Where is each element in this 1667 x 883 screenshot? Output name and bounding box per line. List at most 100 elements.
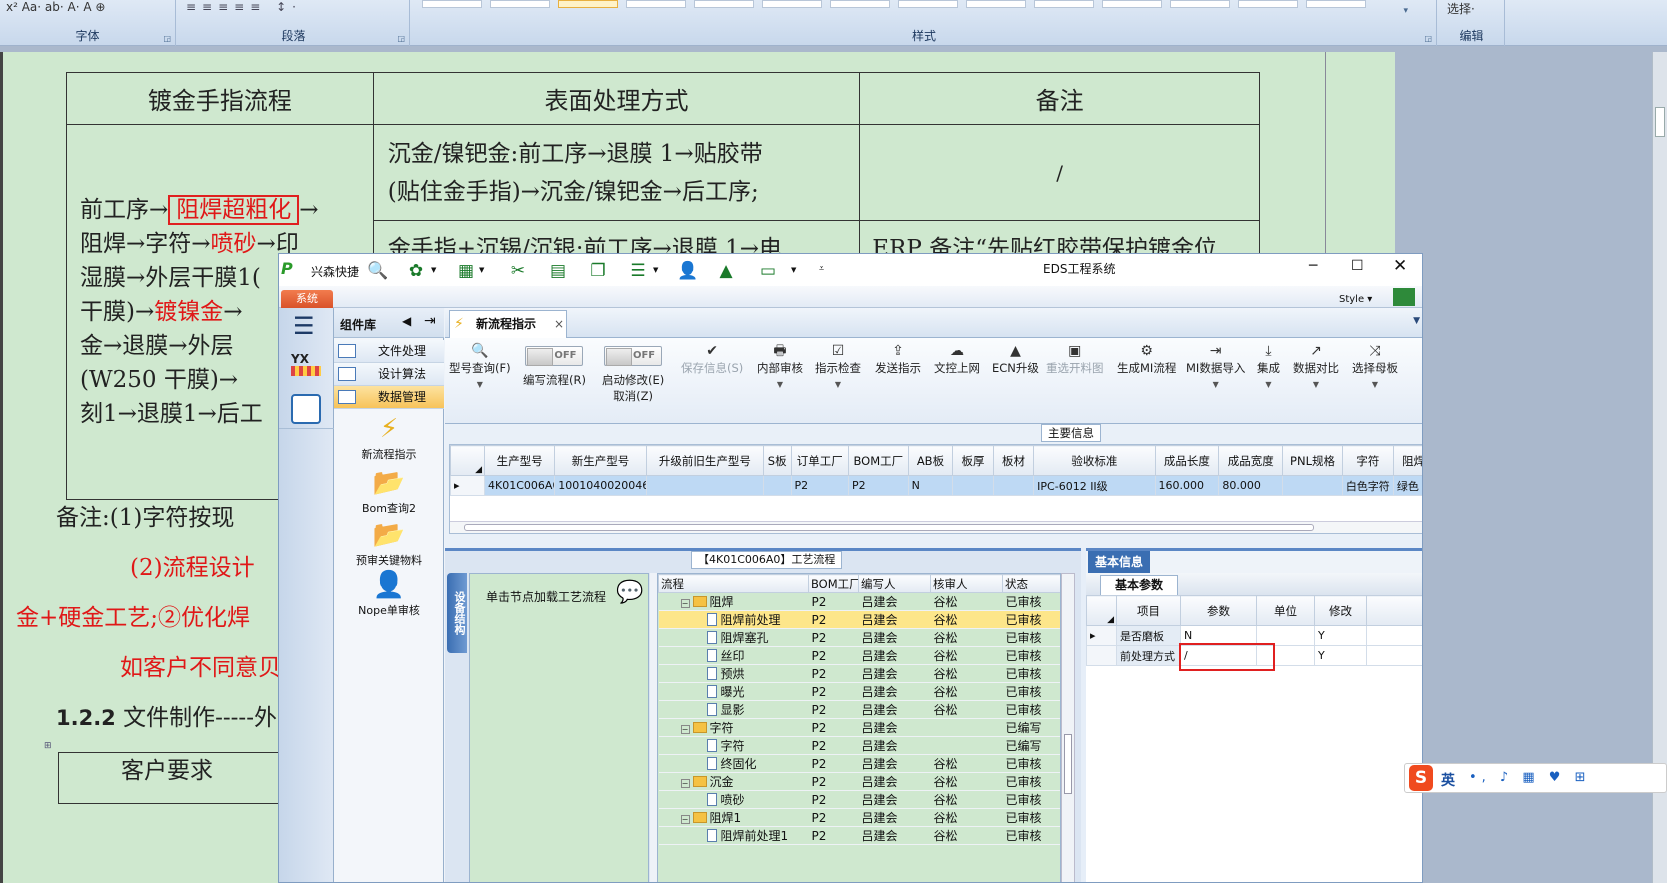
- tree-node[interactable]: 阻焊塞孔: [658, 628, 809, 647]
- grid-icon[interactable]: ▦: [455, 261, 477, 281]
- tree-row[interactable]: 阻焊前处理1 P2 吕建会 谷松 已审核: [658, 826, 1060, 845]
- params-grid[interactable]: ◢ 项目 参数 单位 修改 ▸ 是否磨板 N Y 前处理方式 / Y: [1086, 595, 1422, 882]
- column-header[interactable]: 核审人: [930, 574, 1003, 593]
- chevron-down-icon[interactable]: ▼: [1257, 380, 1280, 389]
- toolbar-button[interactable]: ⤨ 选择母板 ▼: [1352, 342, 1398, 389]
- column-header[interactable]: BOM工厂: [808, 574, 859, 593]
- process-tree[interactable]: 流程 BOM工厂 编写人 核审人 状态 − 阻焊 P2 吕建会 谷松 已审核 阻焊前处理 P2 吕建会 谷松…: [657, 573, 1061, 882]
- column-header[interactable]: 流程: [658, 574, 809, 593]
- copy-icon[interactable]: ❐: [587, 261, 609, 281]
- main-info-grid[interactable]: ◢ 生产型号 新生产型号 升级前旧生产型号 S板 订单工厂 BOM工厂 AB板 板厚 板材 验收标准…: [449, 444, 1422, 534]
- settings-wheel-icon[interactable]: ✿: [405, 261, 427, 281]
- tree-node[interactable]: − 阻焊1: [658, 808, 809, 827]
- scroll-thumb[interactable]: [464, 524, 1314, 531]
- node-panel[interactable]: 单击节点加载工艺流程 💬: [469, 573, 649, 882]
- style-swatch[interactable]: [898, 0, 958, 8]
- system-tab[interactable]: 系统: [281, 290, 333, 308]
- scroll-thumb[interactable]: [1655, 107, 1665, 137]
- tree-node[interactable]: 喷砂: [658, 790, 809, 809]
- toggle-switch[interactable]: OFF: [604, 346, 663, 366]
- menu-icon[interactable]: ☰: [293, 312, 315, 340]
- table-cell[interactable]: 绿色: [1392, 475, 1422, 496]
- font-tools[interactable]: x² Aa· ab· A· A ⊕: [6, 0, 105, 14]
- sort-corner-icon[interactable]: ◢: [450, 445, 486, 476]
- table-cell[interactable]: 4K01C006A0: [484, 475, 556, 496]
- style-swatch[interactable]: [694, 0, 754, 8]
- column-header[interactable]: BOM工厂: [848, 445, 909, 476]
- table-cell[interactable]: [645, 475, 764, 496]
- tool-key-material[interactable]: 📂 预审关键物料: [334, 520, 444, 568]
- tree-node[interactable]: 字符: [658, 736, 809, 755]
- close-icon[interactable]: ✕: [1393, 256, 1407, 276]
- sort-corner-icon[interactable]: ◢: [1086, 595, 1117, 626]
- toolbar-button[interactable]: OFF 编写流程(R): [523, 342, 586, 388]
- table-cell[interactable]: 10010400200461: [554, 475, 647, 496]
- modify-cell[interactable]: Y: [1314, 645, 1367, 666]
- toolbar-button[interactable]: ⇥ MI数据导入 ▼: [1186, 342, 1245, 389]
- column-header[interactable]: 阻焊: [1392, 445, 1422, 476]
- toolbar-button[interactable]: ▲ ECN升级: [992, 342, 1039, 376]
- table-cell[interactable]: P2: [790, 475, 850, 496]
- chevron-down-icon[interactable]: ▼: [1352, 380, 1398, 389]
- word-vertical-scrollbar[interactable]: [1652, 52, 1667, 883]
- tree-node[interactable]: 阻焊前处理: [658, 610, 809, 629]
- toolbar-button[interactable]: 🔍 型号查询(F) ▼: [449, 342, 511, 389]
- horizontal-scrollbar[interactable]: [450, 521, 1422, 533]
- toolbar-button[interactable]: 🖶 内部审核 ▼: [757, 342, 803, 389]
- tree-node[interactable]: 显影: [658, 700, 809, 719]
- tab-list-icon[interactable]: ▼: [1413, 316, 1420, 326]
- toolbar-button[interactable]: ☁ 文控上网: [934, 342, 980, 376]
- column-header[interactable]: 板材: [992, 445, 1035, 476]
- tree-row[interactable]: 喷砂 P2 吕建会 谷松 已审核: [658, 790, 1060, 809]
- ime-logo[interactable]: S: [1409, 765, 1433, 791]
- library-item-data-management[interactable]: 数据管理: [334, 386, 444, 409]
- chevron-down-icon[interactable]: ▼: [1186, 380, 1245, 389]
- table-cell[interactable]: 白色字符: [1341, 475, 1394, 496]
- tree-row[interactable]: 曝光 P2 吕建会 谷松 已审核: [658, 682, 1060, 701]
- table-cell[interactable]: P2: [848, 475, 909, 496]
- office-theme-icon[interactable]: [1393, 288, 1415, 306]
- modify-cell[interactable]: Y: [1314, 625, 1367, 646]
- chevron-down-icon[interactable]: ▼: [791, 266, 796, 274]
- column-header[interactable]: 订单工厂: [790, 445, 850, 476]
- chevron-left-icon[interactable]: ◀: [402, 314, 411, 328]
- tree-row[interactable]: − 沉金 P2 吕建会 谷松 已审核: [658, 772, 1060, 791]
- chevron-down-icon[interactable]: ▼: [431, 266, 436, 274]
- table-row[interactable]: ▸4K01C006A010010400200461P2P2NIPC-6012 I…: [450, 475, 1422, 496]
- table-cell[interactable]: [1282, 475, 1343, 496]
- tree-row[interactable]: 丝印 P2 吕建会 谷松 已审核: [658, 646, 1060, 665]
- dialog-launcher-icon[interactable]: ◲: [397, 34, 405, 43]
- style-swatch-active[interactable]: [558, 0, 618, 8]
- customize-icon[interactable]: ⩡: [819, 264, 824, 274]
- tree-node[interactable]: − 沉金: [658, 772, 809, 791]
- ime-language[interactable]: 英: [1441, 770, 1455, 790]
- chevron-down-icon[interactable]: ▼: [815, 380, 861, 389]
- minimize-icon[interactable]: ─: [1309, 258, 1317, 274]
- toolbar-button[interactable]: ⇪ 发送指示: [875, 342, 921, 376]
- comment-icon[interactable]: 💬: [616, 580, 643, 605]
- tree-row[interactable]: − 字符 P2 吕建会 已编写: [658, 718, 1060, 737]
- scroll-thumb[interactable]: [1064, 734, 1072, 794]
- tree-row[interactable]: − 阻焊1 P2 吕建会 谷松 已审核: [658, 808, 1060, 827]
- collapse-icon[interactable]: −: [680, 815, 690, 824]
- tree-node[interactable]: − 阻焊: [658, 592, 809, 611]
- style-swatch[interactable]: [1170, 0, 1230, 8]
- tree-row[interactable]: 终固化 P2 吕建会 谷松 已审核: [658, 754, 1060, 773]
- column-header[interactable]: 状态: [1002, 574, 1060, 593]
- column-header[interactable]: 新生产型号: [554, 445, 647, 476]
- toolbar-button[interactable]: ⤓ 集成 ▼: [1257, 342, 1280, 389]
- film-icon[interactable]: ▤: [547, 261, 569, 281]
- tool-bom-query[interactable]: 📂 Bom查询2: [334, 468, 444, 516]
- tree-node[interactable]: 曝光: [658, 682, 809, 701]
- tool-new-process[interactable]: ⚡ 新流程指示: [334, 414, 444, 462]
- tree-node[interactable]: 预烘: [658, 664, 809, 683]
- collapse-icon[interactable]: −: [680, 599, 690, 608]
- library-item-file-processing[interactable]: 文件处理: [334, 340, 444, 363]
- toggle-switch[interactable]: OFF: [525, 346, 584, 366]
- style-swatch[interactable]: [1306, 0, 1366, 8]
- column-header[interactable]: 生产型号: [484, 445, 556, 476]
- styles-more-icon[interactable]: ▾: [1403, 6, 1408, 16]
- table-cell[interactable]: 160.000: [1154, 475, 1220, 496]
- table-move-icon[interactable]: ⊞: [44, 741, 52, 751]
- paragraph-align-icons[interactable]: ≡≡≡≡≡ ↕·: [186, 0, 302, 14]
